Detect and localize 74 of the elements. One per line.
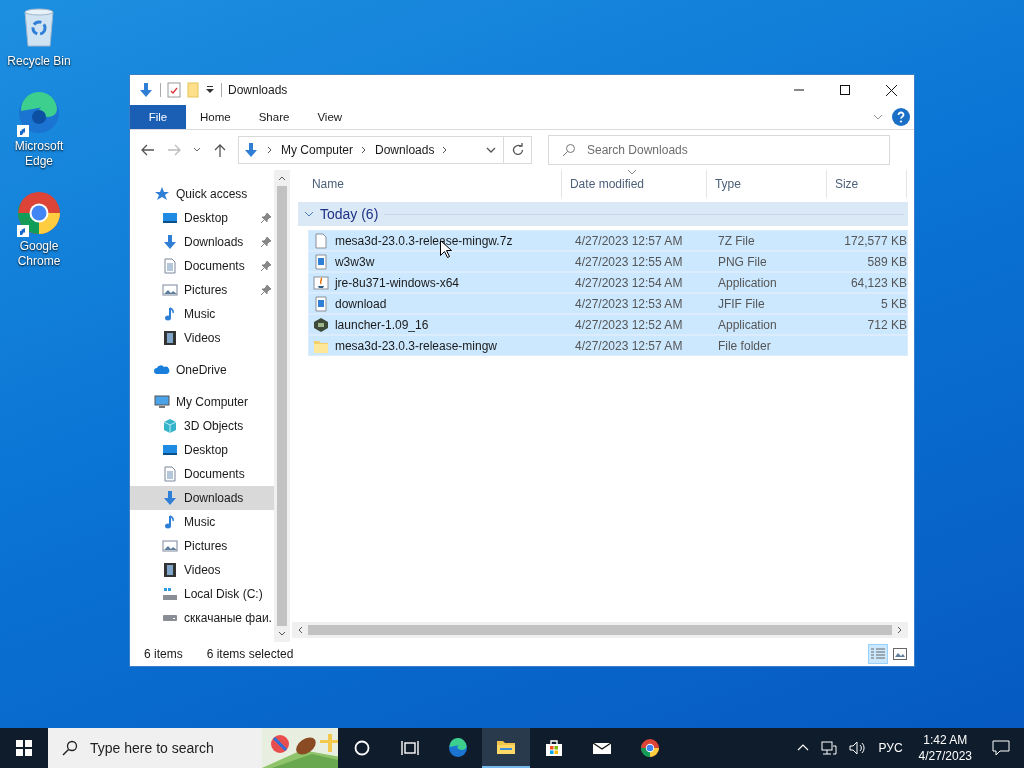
language-indicator[interactable]: РУС: [878, 741, 903, 755]
icon-label: Recycle Bin: [6, 54, 72, 69]
file-name: mesa3d-23.0.3-release-mingw.7z: [334, 233, 513, 248]
search-input[interactable]: Type here to search: [88, 739, 252, 757]
address-bar[interactable]: My Computer Downloads: [238, 136, 504, 164]
item-count: 6 items: [144, 647, 183, 661]
file-size: 64,123 KB: [850, 275, 907, 290]
file-type: PNG File: [717, 254, 767, 269]
file-name: launcher-1.09_16: [334, 317, 429, 332]
nav-item[interactable]: Music: [130, 510, 274, 534]
clock-date[interactable]: 4/27/2023: [918, 748, 972, 764]
selection-count: 6 items selected: [206, 647, 294, 661]
file-type: File folder: [717, 338, 771, 353]
desktop-shortcut[interactable]: Recycle Bin: [1, 4, 77, 69]
file-size: 5 KB: [880, 296, 907, 311]
breadcrumb-item[interactable]: Downloads: [375, 143, 435, 157]
nav-item[interactable]: Music: [130, 302, 274, 326]
nav-item[interactable]: сккачаные фаи.: [130, 606, 274, 630]
nav-item[interactable]: Documents: [130, 462, 274, 486]
breadcrumb-item[interactable]: My Computer: [281, 143, 354, 157]
file-size: 712 KB: [867, 317, 907, 332]
nav-item[interactable]: Downloads: [130, 230, 274, 254]
column-header[interactable]: Date modified: [561, 170, 707, 198]
nav-item[interactable]: Documents: [130, 254, 274, 278]
group-header[interactable]: Today (6): [297, 202, 908, 226]
date-modified: 4/27/2023 12:52 AM: [574, 317, 683, 332]
nav-item[interactable]: Desktop: [130, 438, 274, 462]
date-modified: 4/27/2023 12:57 AM: [574, 233, 683, 248]
file-row[interactable]: jre-8u371-windows-x64 4/27/2023 12:54 AM Application 64,123 KB: [307, 272, 908, 293]
file-menu-button[interactable]: File: [130, 105, 186, 129]
nav-item[interactable]: Local Disk (C:): [130, 582, 274, 606]
date-modified: 4/27/2023 12:55 AM: [574, 254, 683, 269]
file-name: download: [334, 296, 387, 311]
clock-time[interactable]: 1:42 AM: [923, 732, 968, 748]
file-name: w3w3w: [334, 254, 375, 269]
column-header[interactable]: Size: [826, 170, 907, 198]
column-header[interactable]: Name: [303, 170, 562, 198]
icon-label: Microsoft Edge: [13, 139, 65, 169]
search-field[interactable]: Search Downloads: [548, 135, 890, 165]
file-row[interactable]: download 4/27/2023 12:53 AM JFIF File 5 KB: [307, 293, 908, 314]
nav-item[interactable]: OneDrive: [130, 358, 274, 382]
nav-item[interactable]: Pictures: [130, 534, 274, 558]
nav-item[interactable]: Videos: [130, 558, 274, 582]
nav-item[interactable]: Quick access: [130, 182, 274, 206]
file-row[interactable]: launcher-1.09_16 4/27/2023 12:52 AM Application 712 KB: [307, 314, 908, 335]
file-type: Application: [717, 275, 777, 290]
date-modified: 4/27/2023 12:53 AM: [574, 296, 683, 311]
date-modified: 4/27/2023 12:57 AM: [574, 338, 683, 353]
ribbon-tab[interactable]: View: [303, 105, 357, 129]
ribbon-tab[interactable]: Share: [244, 105, 304, 129]
ribbon-tab[interactable]: Home: [186, 105, 245, 129]
nav-item[interactable]: Pictures: [130, 278, 274, 302]
file-name: jre-8u371-windows-x64: [334, 275, 459, 290]
file-type: JFIF File: [717, 296, 765, 311]
search-field[interactable]: Type here to search: [48, 728, 338, 768]
window-title: Downloads: [228, 83, 288, 97]
desktop-shortcut[interactable]: Microsoft Edge: [1, 89, 77, 169]
nav-item[interactable]: Downloads: [130, 486, 274, 510]
nav-item[interactable]: My Computer: [130, 390, 274, 414]
file-size: 172,577 KB: [844, 233, 907, 248]
date-modified: 4/27/2023 12:54 AM: [574, 275, 683, 290]
nav-item[interactable]: 3D Objects: [130, 414, 274, 438]
file-name: mesa3d-23.0.3-release-mingw: [334, 338, 498, 353]
file-type: Application: [717, 317, 777, 332]
nav-item[interactable]: Desktop: [130, 206, 274, 230]
icon-label: Google Chrome: [16, 239, 62, 269]
desktop-shortcut[interactable]: Google Chrome: [1, 189, 77, 269]
nav-item[interactable]: Videos: [130, 326, 274, 350]
file-row[interactable]: w3w3w 4/27/2023 12:55 AM PNG File 589 KB: [307, 251, 908, 272]
file-type: 7Z File: [717, 233, 755, 248]
file-row[interactable]: mesa3d-23.0.3-release-mingw 4/27/2023 12:57 AM File folder: [307, 335, 908, 356]
file-row[interactable]: mesa3d-23.0.3-release-mingw.7z 4/27/2023 12:57 AM 7Z File 172,577 KB: [307, 230, 908, 251]
file-size: 589 KB: [867, 254, 907, 269]
column-header[interactable]: Type: [706, 170, 827, 198]
